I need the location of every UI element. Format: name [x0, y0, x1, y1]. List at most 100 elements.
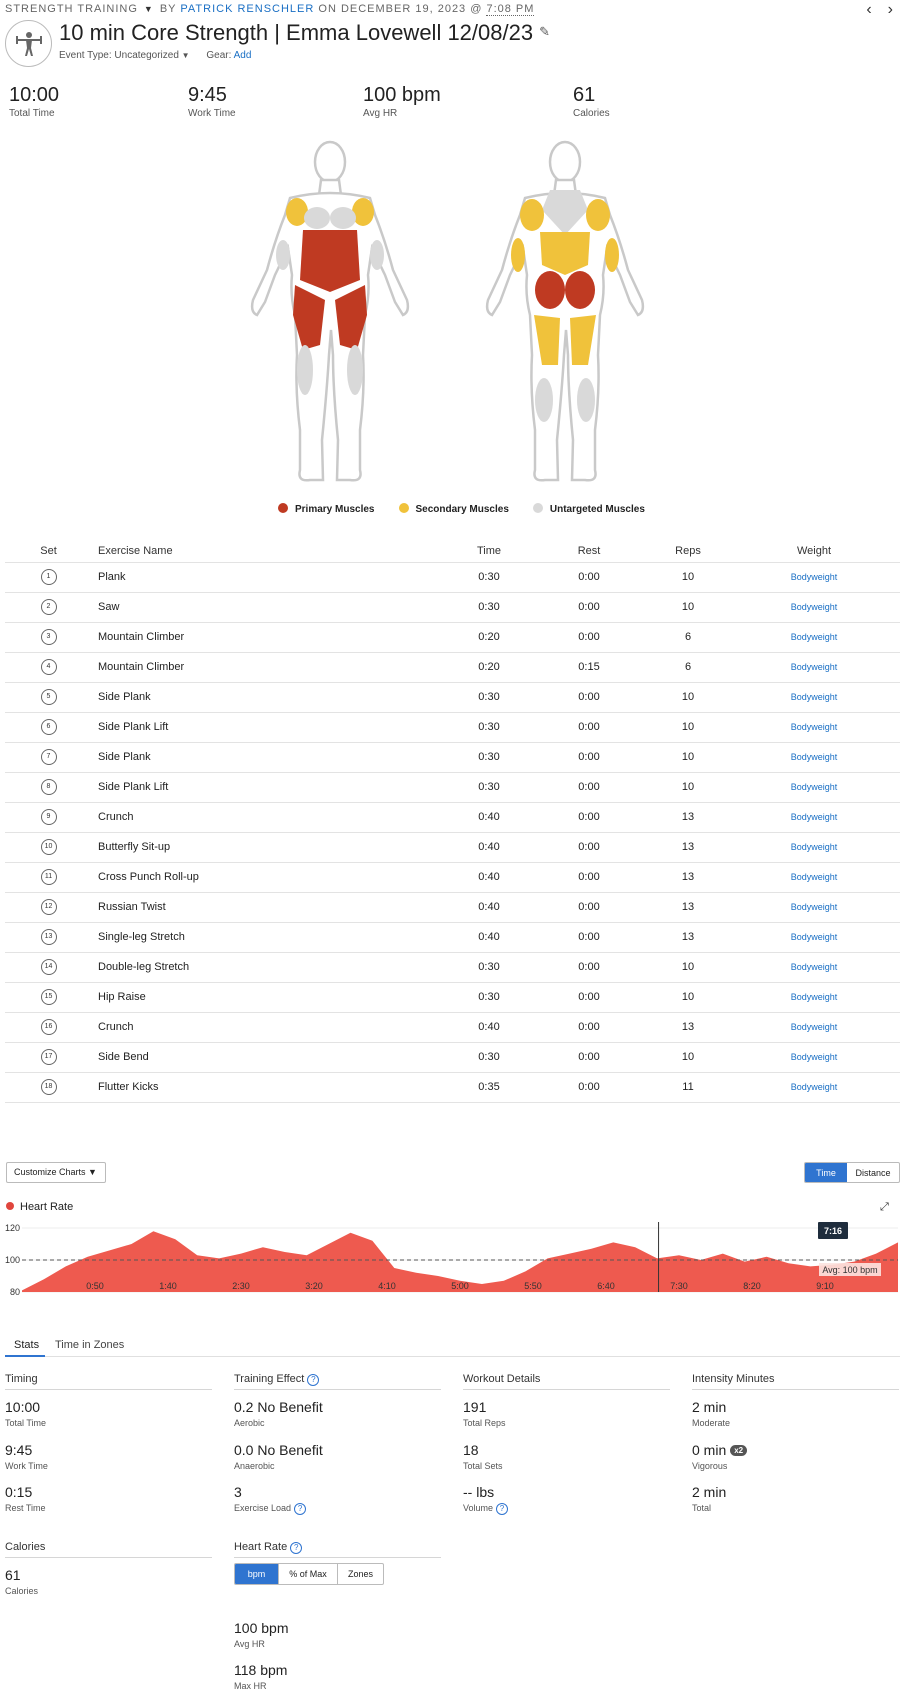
- set-cell: 2: [5, 592, 92, 623]
- activity-time[interactable]: 7:08 PM: [486, 3, 535, 16]
- legend-primary: Primary Muscles: [278, 503, 375, 515]
- add-gear-link[interactable]: Add: [234, 50, 252, 61]
- stats-calories: Calories 61 Calories: [5, 1541, 212, 1596]
- set-number: 9: [40, 809, 57, 825]
- help-icon[interactable]: ?: [307, 1374, 320, 1386]
- exercise-name: Saw: [92, 592, 448, 623]
- exercise-weight-link[interactable]: Bodyweight: [728, 922, 900, 953]
- edit-title-icon[interactable]: ✎: [539, 24, 550, 39]
- time-toggle-button[interactable]: Time: [805, 1163, 847, 1182]
- exercise-name: Butterfly Sit-up: [92, 832, 448, 863]
- exercise-weight-link[interactable]: Bodyweight: [728, 742, 900, 773]
- activity-type-caret-icon[interactable]: ▼: [144, 4, 154, 14]
- exercise-weight-link[interactable]: Bodyweight: [728, 592, 900, 623]
- stat-calories: 61 Calories: [5, 1567, 38, 1596]
- exercise-table: Set Exercise Name Time Rest Reps Weight …: [5, 540, 900, 1103]
- heart-rate-chart[interactable]: 120 100 80 0:50 1:40 2:30 3:20 4:10 5:00 5:50 6:40…: [0, 1222, 905, 1298]
- help-icon[interactable]: ?: [290, 1542, 303, 1554]
- exercise-rest: 0:00: [530, 922, 648, 953]
- exercise-weight-link[interactable]: Bodyweight: [728, 892, 900, 923]
- exercise-weight-link[interactable]: Bodyweight: [728, 952, 900, 983]
- stat-total-time: 10:00 Total Time: [5, 1399, 46, 1428]
- set-number: 11: [40, 869, 57, 885]
- stat-label: Calories: [5, 1586, 39, 1596]
- summary-label: Total Time: [9, 108, 55, 119]
- multiplier-badge: x2: [730, 1445, 748, 1456]
- x-tick-label: 1:40: [159, 1281, 177, 1291]
- stat-value: 0:15: [5, 1484, 33, 1500]
- set-cell: 8: [5, 772, 92, 803]
- exercise-weight-link[interactable]: Bodyweight: [728, 772, 900, 803]
- next-activity-icon[interactable]: ›: [888, 1, 893, 19]
- stat-value: 9:45: [5, 1442, 33, 1458]
- exercise-weight-link[interactable]: Bodyweight: [728, 982, 900, 1013]
- set-number: 6: [40, 719, 57, 735]
- col-set: Set: [5, 540, 92, 563]
- front-figure: [250, 140, 410, 482]
- exercise-weight-link[interactable]: Bodyweight: [728, 652, 900, 683]
- zones-toggle-button[interactable]: Zones: [337, 1564, 383, 1584]
- bpm-toggle-button[interactable]: bpm: [235, 1564, 278, 1584]
- help-icon[interactable]: ?: [496, 1503, 509, 1515]
- table-row: 16 Crunch 0:40 0:00 13 Bodyweight: [5, 1012, 900, 1043]
- stats-section-title: Heart Rate?: [234, 1541, 441, 1558]
- summary-value: 100 bpm: [363, 84, 441, 106]
- distance-toggle-button[interactable]: Distance: [847, 1163, 899, 1182]
- exercise-weight-link[interactable]: Bodyweight: [728, 1072, 900, 1103]
- stat-label: Vigorous: [692, 1461, 728, 1471]
- back-figure: [485, 140, 645, 482]
- set-cell: 5: [5, 682, 92, 713]
- stats-timing: Timing 10:00 Total Time 9:45 Work Time 0:1…: [5, 1373, 212, 1513]
- exercise-rest: 0:00: [530, 622, 648, 653]
- table-row: 10 Butterfly Sit-up 0:40 0:00 13 Bodyweight: [5, 832, 900, 863]
- legend-untargeted: Untargeted Muscles: [532, 503, 645, 515]
- stats-section-title: Training Effect?: [234, 1373, 441, 1390]
- previous-activity-icon[interactable]: ‹: [866, 1, 871, 19]
- exercise-weight-link[interactable]: Bodyweight: [728, 562, 900, 593]
- activity-breadcrumb: STRENGTH TRAINING ▼ BY PATRICK RENSCHLER O…: [5, 3, 535, 16]
- exercise-name: Side Plank: [92, 682, 448, 713]
- help-icon[interactable]: ?: [294, 1503, 307, 1515]
- percent-max-toggle-button[interactable]: % of Max: [278, 1564, 337, 1584]
- expand-chart-icon[interactable]: ⤢: [880, 1201, 889, 1214]
- stat-value: 100 bpm: [234, 1620, 289, 1636]
- stat-value: 61: [5, 1567, 21, 1583]
- x-tick-label: 7:30: [670, 1281, 688, 1291]
- exercise-reps: 10: [648, 742, 728, 773]
- tab-time-in-zones[interactable]: Time in Zones: [55, 1339, 124, 1351]
- exercise-reps: 13: [648, 832, 728, 863]
- table-row: 15 Hip Raise 0:30 0:00 10 Bodyweight: [5, 982, 900, 1013]
- exercise-weight-link[interactable]: Bodyweight: [728, 712, 900, 743]
- exercise-weight-link[interactable]: Bodyweight: [728, 802, 900, 833]
- exercise-weight-link[interactable]: Bodyweight: [728, 832, 900, 863]
- col-weight: Weight: [728, 540, 900, 563]
- stat-intensity-total: 2 min Total: [692, 1484, 726, 1513]
- event-type-dropdown[interactable]: Event Type: Uncategorized ▼: [59, 50, 190, 61]
- set-number: 4: [40, 659, 57, 675]
- customize-charts-button[interactable]: Customize Charts ▼: [6, 1162, 106, 1183]
- exercise-time: 0:30: [448, 742, 530, 773]
- muscle-legend: Primary Muscles Secondary Muscles Untarg…: [278, 503, 645, 515]
- summary-work-time: 9:45 Work Time: [188, 84, 236, 119]
- exercise-weight-link[interactable]: Bodyweight: [728, 862, 900, 893]
- stats-workout-details: Workout Details 191 Total Reps 18 Total Se…: [463, 1373, 670, 1515]
- exercise-name: Single-leg Stretch: [92, 922, 448, 953]
- exercise-weight-link[interactable]: Bodyweight: [728, 622, 900, 653]
- summary-label: Avg HR: [363, 108, 398, 119]
- exercise-rest: 0:00: [530, 712, 648, 743]
- tab-stats[interactable]: Stats: [14, 1339, 39, 1351]
- set-cell: 17: [5, 1042, 92, 1073]
- activity-type[interactable]: STRENGTH TRAINING: [5, 3, 138, 15]
- exercise-rest: 0:00: [530, 562, 648, 593]
- exercise-weight-link[interactable]: Bodyweight: [728, 1012, 900, 1043]
- set-number: 16: [40, 1019, 57, 1035]
- stats-training-effect: Training Effect? 0.2 No Benefit Aerobic 0…: [234, 1373, 441, 1515]
- author-link[interactable]: PATRICK RENSCHLER: [180, 3, 314, 15]
- table-row: 12 Russian Twist 0:40 0:00 13 Bodyweight: [5, 892, 900, 923]
- muscle-map: [250, 140, 645, 482]
- exercise-weight-link[interactable]: Bodyweight: [728, 682, 900, 713]
- stat-anaerobic: 0.0 No Benefit Anaerobic: [234, 1442, 323, 1471]
- set-cell: 11: [5, 862, 92, 893]
- exercise-weight-link[interactable]: Bodyweight: [728, 1042, 900, 1073]
- stat-label: Moderate: [692, 1418, 731, 1428]
